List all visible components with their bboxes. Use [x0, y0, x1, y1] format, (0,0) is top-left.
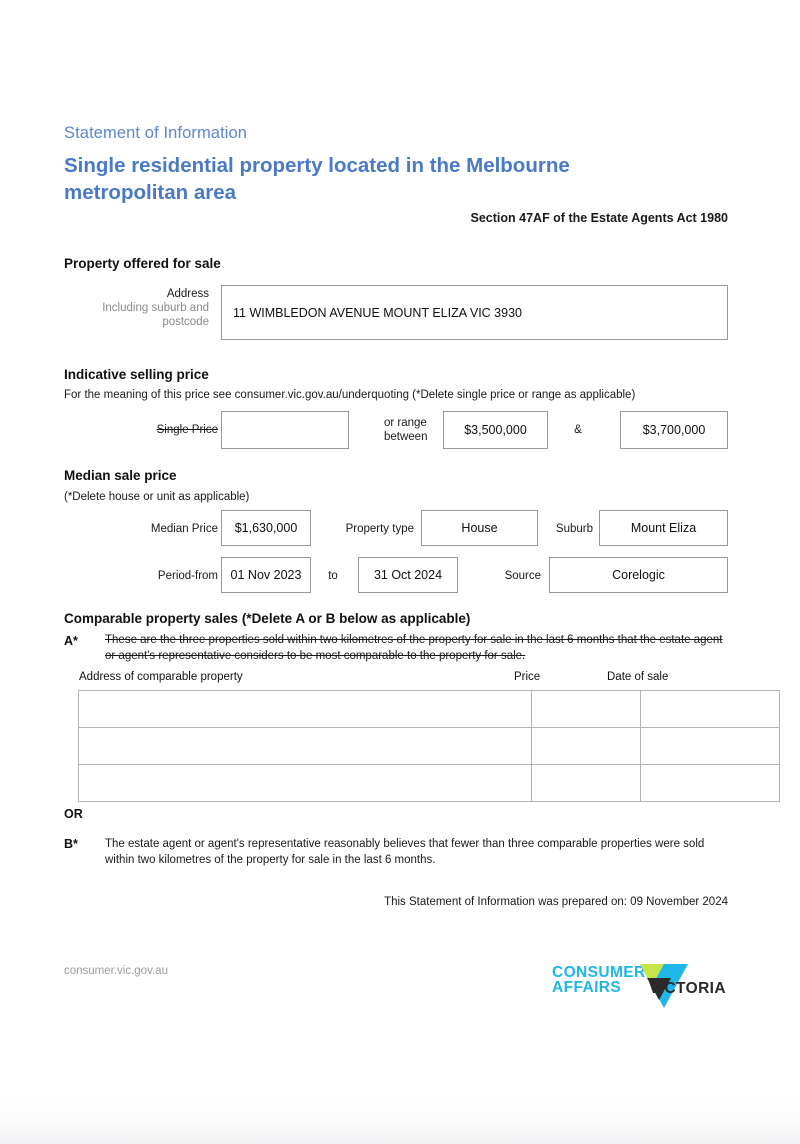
property-type-field[interactable]: House: [421, 510, 538, 546]
source-label: Source: [504, 570, 541, 582]
median-price-label: Median Price: [150, 523, 218, 535]
address-hint: Including suburb and postcode: [102, 302, 209, 328]
period-from-label: Period-from: [157, 570, 218, 582]
period-to-label: to: [328, 570, 338, 582]
suburb-value: Mount Eliza: [630, 521, 697, 535]
property-type-value: House: [461, 521, 498, 535]
table-row[interactable]: [78, 764, 780, 802]
logo-line-affairs: AFFAIRS: [552, 979, 622, 996]
cell-price[interactable]: [531, 690, 641, 728]
option-a-letter: A*: [64, 634, 78, 648]
cell-address[interactable]: [78, 727, 532, 765]
single-price-field[interactable]: [221, 411, 349, 449]
period-from-value: 01 Nov 2023: [230, 568, 302, 582]
property-offered-heading: Property offered for sale: [64, 256, 221, 271]
suburb-field[interactable]: Mount Eliza: [599, 510, 728, 546]
address-label: Address: [166, 288, 209, 300]
indicative-price-note: For the meaning of this price see consum…: [64, 389, 636, 401]
range-high-value: $3,700,000: [642, 423, 706, 437]
or-range-label: or range between: [384, 416, 446, 444]
period-from-field[interactable]: 01 Nov 2023: [221, 557, 311, 593]
median-price-value: $1,630,000: [234, 521, 298, 535]
or-separator: OR: [64, 807, 83, 821]
range-low-value: $3,500,000: [464, 423, 527, 437]
option-a-text: These are the three properties sold with…: [105, 634, 723, 662]
consumer-affairs-victoria-logo: CONSUMER AFFAIRS VICTORIA: [552, 958, 734, 1010]
period-to-field[interactable]: 31 Oct 2024: [358, 557, 458, 593]
logo-wordmark-consumer-affairs: CONSUMER AFFAIRS: [552, 965, 646, 996]
option-b-letter: B*: [64, 837, 78, 851]
document-page: Statement of Information Single resident…: [0, 0, 800, 1100]
option-b-text: The estate agent or agent's representati…: [105, 838, 705, 866]
address-field[interactable]: 11 WIMBLEDON AVENUE MOUNT ELIZA VIC 3930: [221, 285, 728, 340]
cell-price[interactable]: [531, 764, 641, 802]
prepared-on-line: This Statement of Information was prepar…: [384, 896, 728, 908]
document-kicker: Statement of Information: [64, 124, 248, 142]
cell-address[interactable]: [78, 764, 532, 802]
logo-line-victoria: VICTORIA: [649, 980, 726, 997]
table-row[interactable]: [78, 690, 780, 728]
single-price-label: Single Price: [156, 424, 218, 436]
property-type-label: Property type: [345, 523, 414, 535]
period-to-value: 31 Oct 2024: [373, 568, 443, 582]
cell-price[interactable]: [531, 727, 641, 765]
cell-date[interactable]: [640, 690, 780, 728]
footer-website-url[interactable]: consumer.vic.gov.au: [64, 965, 168, 977]
cell-date[interactable]: [640, 764, 780, 802]
source-field[interactable]: Corelogic: [549, 557, 728, 593]
comparable-sales-heading: Comparable property sales (*Delete A or …: [64, 611, 471, 626]
column-header-address: Address of comparable property: [79, 671, 243, 683]
page-title: Single residential property located in t…: [64, 154, 570, 204]
median-price-field[interactable]: $1,630,000: [221, 510, 311, 546]
table-row[interactable]: [78, 727, 780, 765]
source-value: Corelogic: [612, 568, 665, 582]
page-bottom-edge: [0, 1090, 800, 1144]
cell-address[interactable]: [78, 690, 532, 728]
column-header-price: Price: [514, 671, 541, 683]
median-price-note: (*Delete house or unit as applicable): [64, 491, 250, 503]
column-header-date: Date of sale: [607, 671, 669, 683]
address-value: 11 WIMBLEDON AVENUE MOUNT ELIZA VIC 3930: [233, 305, 522, 320]
comparable-sales-table: [78, 690, 780, 802]
suburb-label: Suburb: [555, 523, 593, 535]
range-high-field[interactable]: $3,700,000: [620, 411, 728, 449]
median-price-heading: Median sale price: [64, 468, 177, 483]
indicative-price-heading: Indicative selling price: [64, 367, 209, 382]
range-low-field[interactable]: $3,500,000: [443, 411, 548, 449]
section-reference: Section 47AF of the Estate Agents Act 19…: [470, 211, 728, 225]
cell-date[interactable]: [640, 727, 780, 765]
or-range-label-text: or range between: [384, 417, 428, 443]
ampersand-label: &: [574, 424, 582, 436]
